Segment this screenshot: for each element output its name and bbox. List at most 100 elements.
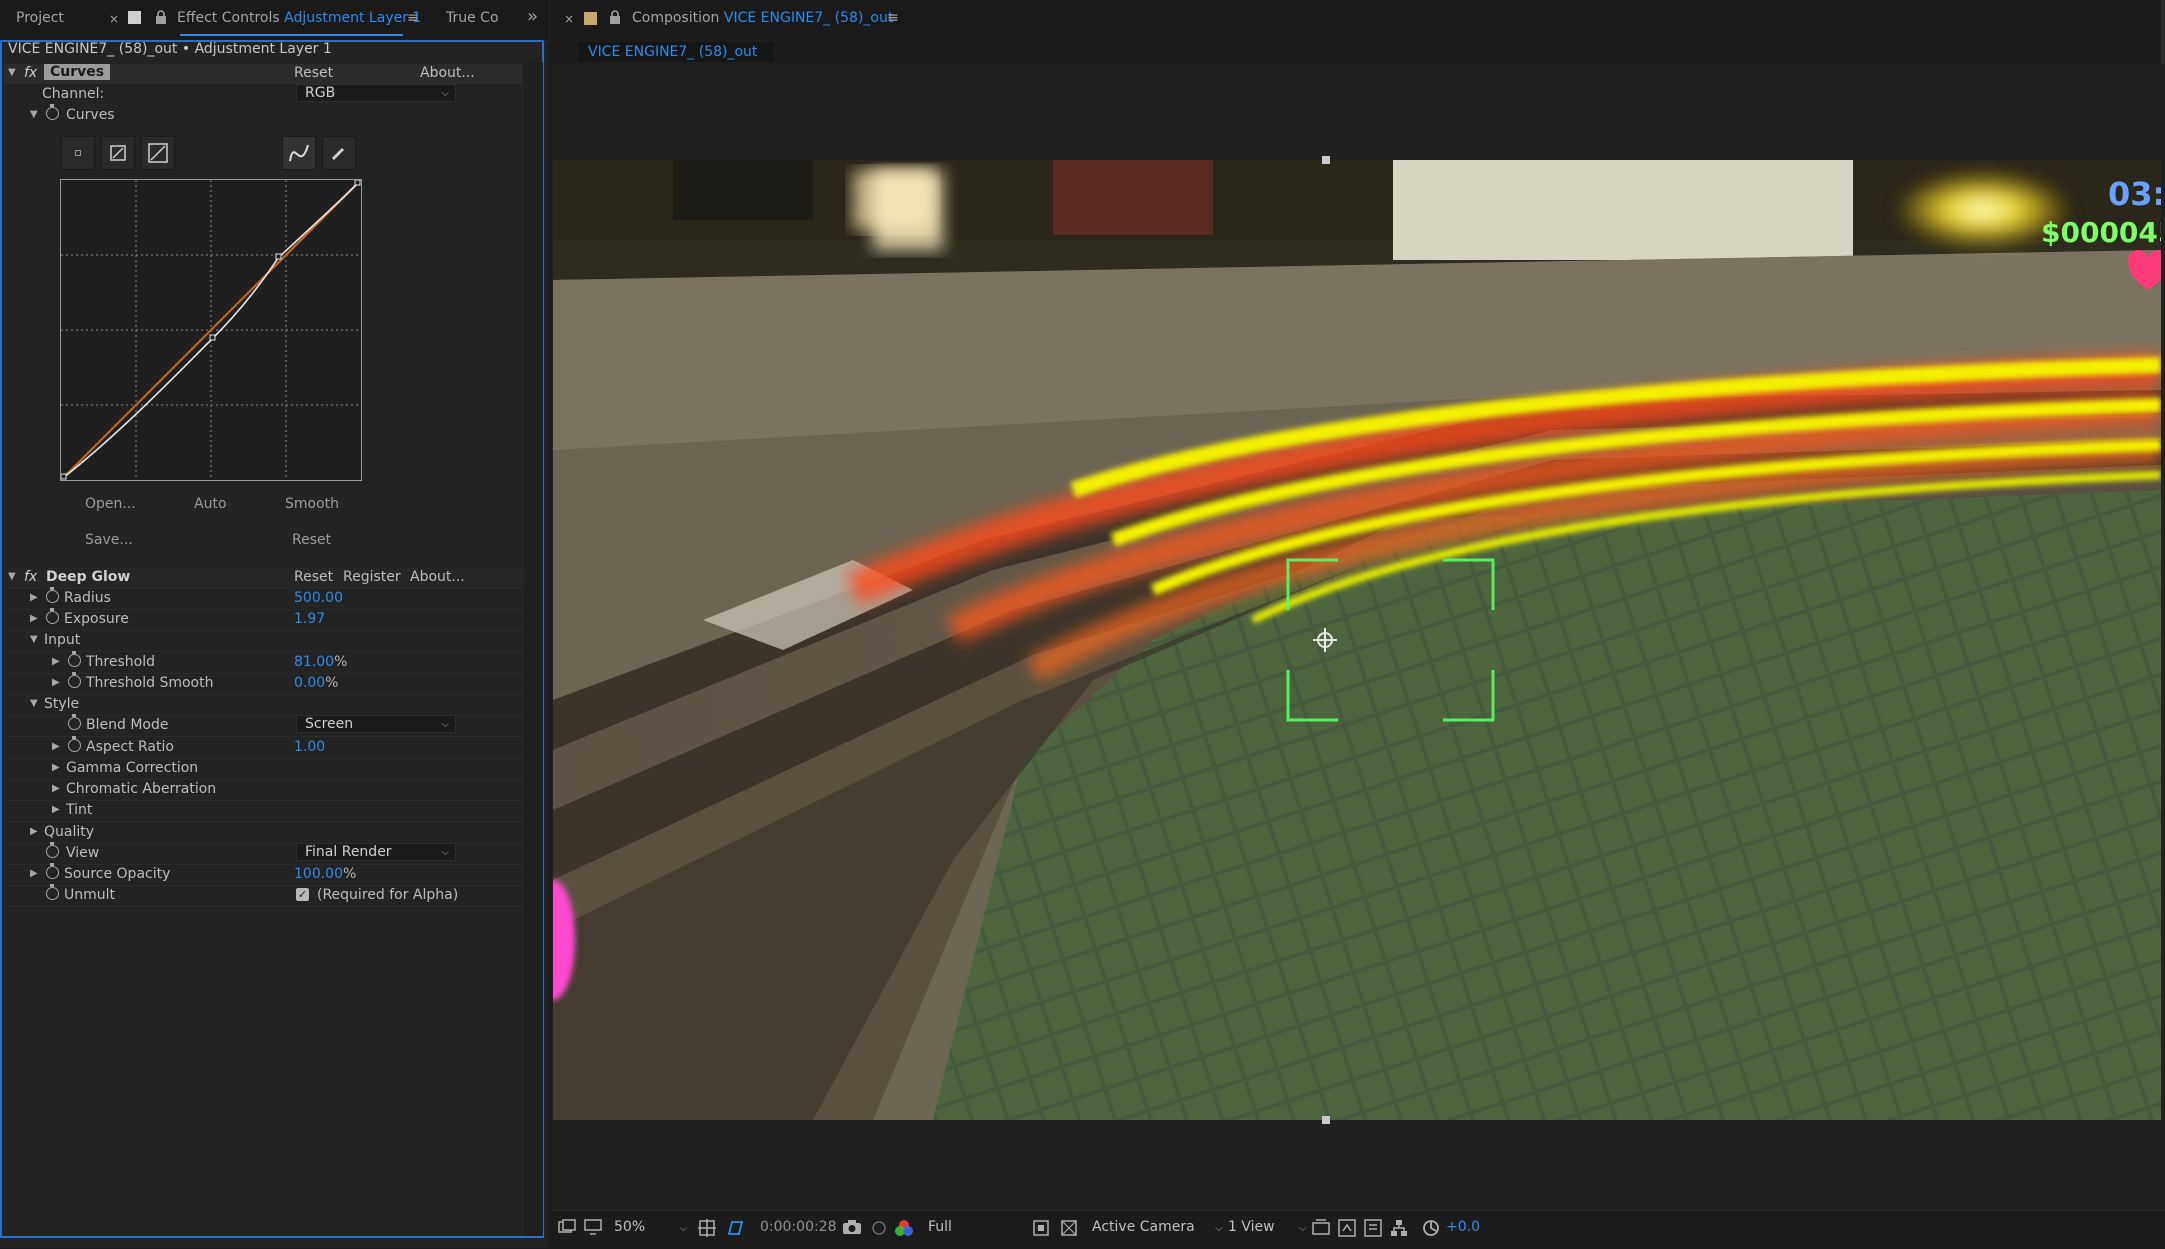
threshold-value[interactable]: 81.00% bbox=[294, 654, 347, 670]
current-time[interactable]: 0:00:00:28 bbox=[760, 1219, 837, 1235]
curves-about-link[interactable]: About... bbox=[420, 65, 475, 81]
stopwatch-icon[interactable] bbox=[68, 651, 81, 667]
effect-name-deep-glow[interactable]: Deep Glow bbox=[46, 569, 130, 585]
curve-point[interactable] bbox=[275, 253, 282, 260]
disclosure-triangle-icon[interactable]: ▶ bbox=[30, 826, 38, 837]
disclosure-triangle-icon[interactable]: ▼ bbox=[8, 571, 16, 582]
tab-composition[interactable]: Composition VICE ENGINE7_ (58)_out bbox=[632, 10, 893, 26]
effect-controls-scrollbar[interactable] bbox=[522, 62, 543, 1236]
stopwatch-icon[interactable] bbox=[46, 608, 59, 624]
stopwatch-icon[interactable] bbox=[68, 736, 81, 752]
panel-menu-icon[interactable]: ≡ bbox=[407, 10, 419, 26]
curve-point[interactable] bbox=[61, 473, 67, 480]
curve-size-small-icon[interactable]: ▫ bbox=[61, 136, 95, 170]
lock-icon[interactable] bbox=[155, 10, 167, 28]
close-icon[interactable]: × bbox=[564, 12, 574, 26]
overflow-icon[interactable]: » bbox=[527, 6, 538, 27]
effect-name-curves[interactable]: Curves bbox=[44, 64, 111, 80]
view-layout-select[interactable]: 1 View ⌵ bbox=[1228, 1219, 1307, 1235]
gamma-correction-row: ▶ Gamma Correction bbox=[4, 759, 524, 780]
disclosure-triangle-icon[interactable]: ▶ bbox=[30, 868, 38, 879]
region-of-interest-icon[interactable] bbox=[1032, 1219, 1050, 1241]
tab-true-comp[interactable]: True Co bbox=[446, 10, 499, 26]
composition-frame[interactable]: 03: $000045 bbox=[553, 160, 2161, 1120]
aspect-ratio-value[interactable]: 1.00 bbox=[294, 739, 325, 755]
disclosure-triangle-icon[interactable]: ▶ bbox=[30, 592, 38, 603]
tab-effect-controls[interactable]: Effect Controls Adjustment Layer 1 bbox=[177, 10, 421, 26]
unmult-checkbox[interactable]: ✓ bbox=[296, 888, 309, 901]
source-opacity-row: ▶ Source Opacity 100.00% bbox=[4, 863, 524, 886]
disclosure-triangle-icon[interactable]: ▶ bbox=[52, 804, 60, 815]
camera-view-select[interactable]: Active Camera ⌵ bbox=[1092, 1219, 1223, 1235]
disclosure-triangle-icon[interactable]: ▼ bbox=[30, 698, 38, 709]
pencil-icon[interactable] bbox=[322, 136, 356, 170]
radius-value[interactable]: 500.00 bbox=[294, 590, 343, 606]
curves-reset-button[interactable]: Reset bbox=[292, 532, 331, 548]
deep-glow-about-link[interactable]: About... bbox=[410, 569, 465, 585]
stopwatch-icon[interactable] bbox=[68, 672, 81, 688]
show-snapshot-icon[interactable] bbox=[870, 1219, 888, 1241]
disclosure-triangle-icon[interactable]: ▶ bbox=[52, 656, 60, 667]
mask-visibility-icon[interactable] bbox=[726, 1219, 744, 1241]
curves-reset-link[interactable]: Reset bbox=[294, 65, 333, 81]
layer-handle-bottom[interactable] bbox=[1322, 1116, 1330, 1124]
source-opacity-value[interactable]: 100.00% bbox=[294, 866, 356, 882]
deep-glow-reset-link[interactable]: Reset bbox=[294, 569, 333, 585]
fx-toggle[interactable]: fx bbox=[24, 569, 37, 585]
stopwatch-icon[interactable] bbox=[46, 587, 59, 603]
lock-icon[interactable] bbox=[609, 10, 621, 28]
color-channel-icon[interactable] bbox=[894, 1219, 914, 1241]
curve-point[interactable] bbox=[354, 180, 361, 186]
disclosure-triangle-icon[interactable]: ▶ bbox=[52, 783, 60, 794]
monitor-icon[interactable] bbox=[584, 1219, 602, 1239]
curve-tool-icon[interactable] bbox=[282, 136, 316, 170]
tab-project[interactable]: Project bbox=[16, 10, 64, 26]
curves-auto-button[interactable]: Auto bbox=[194, 496, 227, 512]
close-icon[interactable]: × bbox=[109, 12, 119, 26]
camera-icon[interactable] bbox=[842, 1219, 862, 1239]
curves-smooth-button[interactable]: Smooth bbox=[285, 496, 339, 512]
exposure-value[interactable]: +0.0 bbox=[1446, 1219, 1480, 1235]
resolution-select[interactable]: Full ⌵ bbox=[928, 1219, 1044, 1235]
disclosure-triangle-icon[interactable]: ▶ bbox=[52, 677, 60, 688]
reset-exposure-icon[interactable] bbox=[1422, 1219, 1440, 1241]
flowchart-icon[interactable] bbox=[1390, 1219, 1408, 1241]
quality-row: ▶ Quality bbox=[4, 823, 524, 844]
exposure-value[interactable]: 1.97 bbox=[294, 611, 325, 627]
curve-size-medium-icon[interactable] bbox=[101, 136, 135, 170]
panel-menu-icon[interactable]: ≡ bbox=[887, 10, 899, 26]
chevron-down-icon: ⌵ bbox=[1215, 1223, 1223, 1234]
stopwatch-icon[interactable] bbox=[46, 842, 59, 858]
fast-previews-icon[interactable] bbox=[1338, 1219, 1356, 1241]
stopwatch-icon[interactable] bbox=[46, 884, 59, 900]
stopwatch-icon[interactable] bbox=[68, 714, 81, 730]
disclosure-triangle-icon[interactable]: ▼ bbox=[8, 67, 16, 78]
threshold-smooth-value[interactable]: 0.00% bbox=[294, 675, 338, 691]
layer-handle-top[interactable] bbox=[1322, 156, 1330, 164]
view-select[interactable]: Final Render ⌵ bbox=[296, 843, 456, 861]
curve-size-large-icon[interactable] bbox=[141, 136, 175, 170]
toggle-pixel-aspect-icon[interactable] bbox=[1312, 1219, 1330, 1241]
transparency-grid-icon[interactable] bbox=[1060, 1219, 1078, 1241]
curves-save-button[interactable]: Save... bbox=[85, 532, 133, 548]
disclosure-triangle-icon[interactable]: ▶ bbox=[52, 762, 60, 773]
timeline-icon[interactable] bbox=[1364, 1219, 1382, 1241]
zoom-select[interactable]: 50% ⌵ bbox=[614, 1219, 687, 1235]
disclosure-triangle-icon[interactable]: ▼ bbox=[30, 109, 38, 120]
grid-icon[interactable] bbox=[698, 1219, 716, 1241]
channel-label: Channel: bbox=[42, 86, 105, 102]
deep-glow-register-link[interactable]: Register bbox=[343, 569, 401, 585]
composition-subtab[interactable]: VICE ENGINE7_ (58)_out bbox=[578, 42, 774, 62]
disclosure-triangle-icon[interactable]: ▶ bbox=[52, 741, 60, 752]
disclosure-triangle-icon[interactable]: ▼ bbox=[30, 634, 38, 645]
fx-toggle[interactable]: fx bbox=[24, 65, 37, 81]
curves-open-button[interactable]: Open... bbox=[85, 496, 136, 512]
stopwatch-icon[interactable] bbox=[46, 863, 59, 879]
blend-mode-select[interactable]: Screen ⌵ bbox=[296, 715, 456, 733]
curve-point[interactable] bbox=[209, 334, 216, 341]
disclosure-triangle-icon[interactable]: ▶ bbox=[30, 613, 38, 624]
curves-graph[interactable] bbox=[60, 179, 362, 481]
stopwatch-icon[interactable] bbox=[46, 104, 59, 120]
always-preview-icon[interactable] bbox=[558, 1219, 576, 1239]
channel-select[interactable]: RGB ⌵ bbox=[296, 84, 456, 102]
